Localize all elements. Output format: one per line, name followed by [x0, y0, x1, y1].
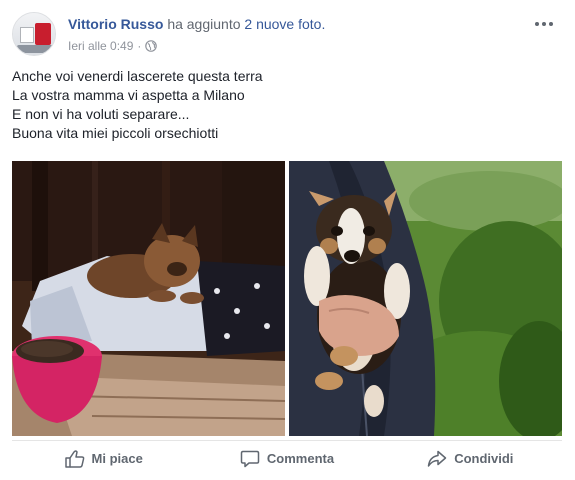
post-meta: Ieri alle 0:49 · [68, 39, 158, 53]
share-button[interactable]: Condividi [379, 441, 562, 476]
like-button[interactable]: Mi piace [12, 441, 195, 476]
post-text-line: E non vi ha voluti separare... [12, 106, 190, 122]
more-options-icon[interactable] [532, 16, 556, 32]
post-timestamp[interactable]: Ieri alle 0:49 [68, 39, 133, 53]
photo-person-holding-puppy[interactable] [289, 161, 562, 436]
author-name[interactable]: Vittorio Russo [68, 16, 163, 32]
comment-button[interactable]: Commenta [195, 441, 378, 476]
share-icon [427, 450, 447, 467]
author-avatar[interactable] [12, 12, 56, 56]
meta-separator: · [137, 39, 142, 53]
post-actions: Mi piace Commenta Condividi [12, 440, 562, 476]
comment-icon [240, 450, 260, 467]
facebook-post: Vittorio Russo ha aggiunto 2 nuove foto.… [0, 0, 575, 480]
thumbs-up-icon [64, 449, 84, 468]
photos-link[interactable]: 2 nuove foto. [244, 16, 325, 32]
post-text: Anche voi venerdi lascerete questa terra… [12, 67, 562, 143]
globe-icon[interactable] [145, 40, 158, 52]
like-label: Mi piace [91, 451, 143, 466]
action-text: ha aggiunto [167, 16, 241, 32]
post-title-line: Vittorio Russo ha aggiunto 2 nuove foto. [68, 16, 325, 32]
post-header: Vittorio Russo ha aggiunto 2 nuove foto.… [12, 12, 562, 58]
share-label: Condividi [454, 451, 514, 466]
photo-puppy-kennel[interactable] [12, 161, 285, 436]
post-text-line: Anche voi venerdi lascerete questa terra [12, 68, 263, 84]
photo-grid [12, 161, 562, 436]
post-text-line: La vostra mamma vi aspetta a Milano [12, 87, 245, 103]
comment-label: Commenta [266, 451, 335, 466]
post-text-line: Buona vita miei piccoli orsechiotti [12, 125, 219, 141]
